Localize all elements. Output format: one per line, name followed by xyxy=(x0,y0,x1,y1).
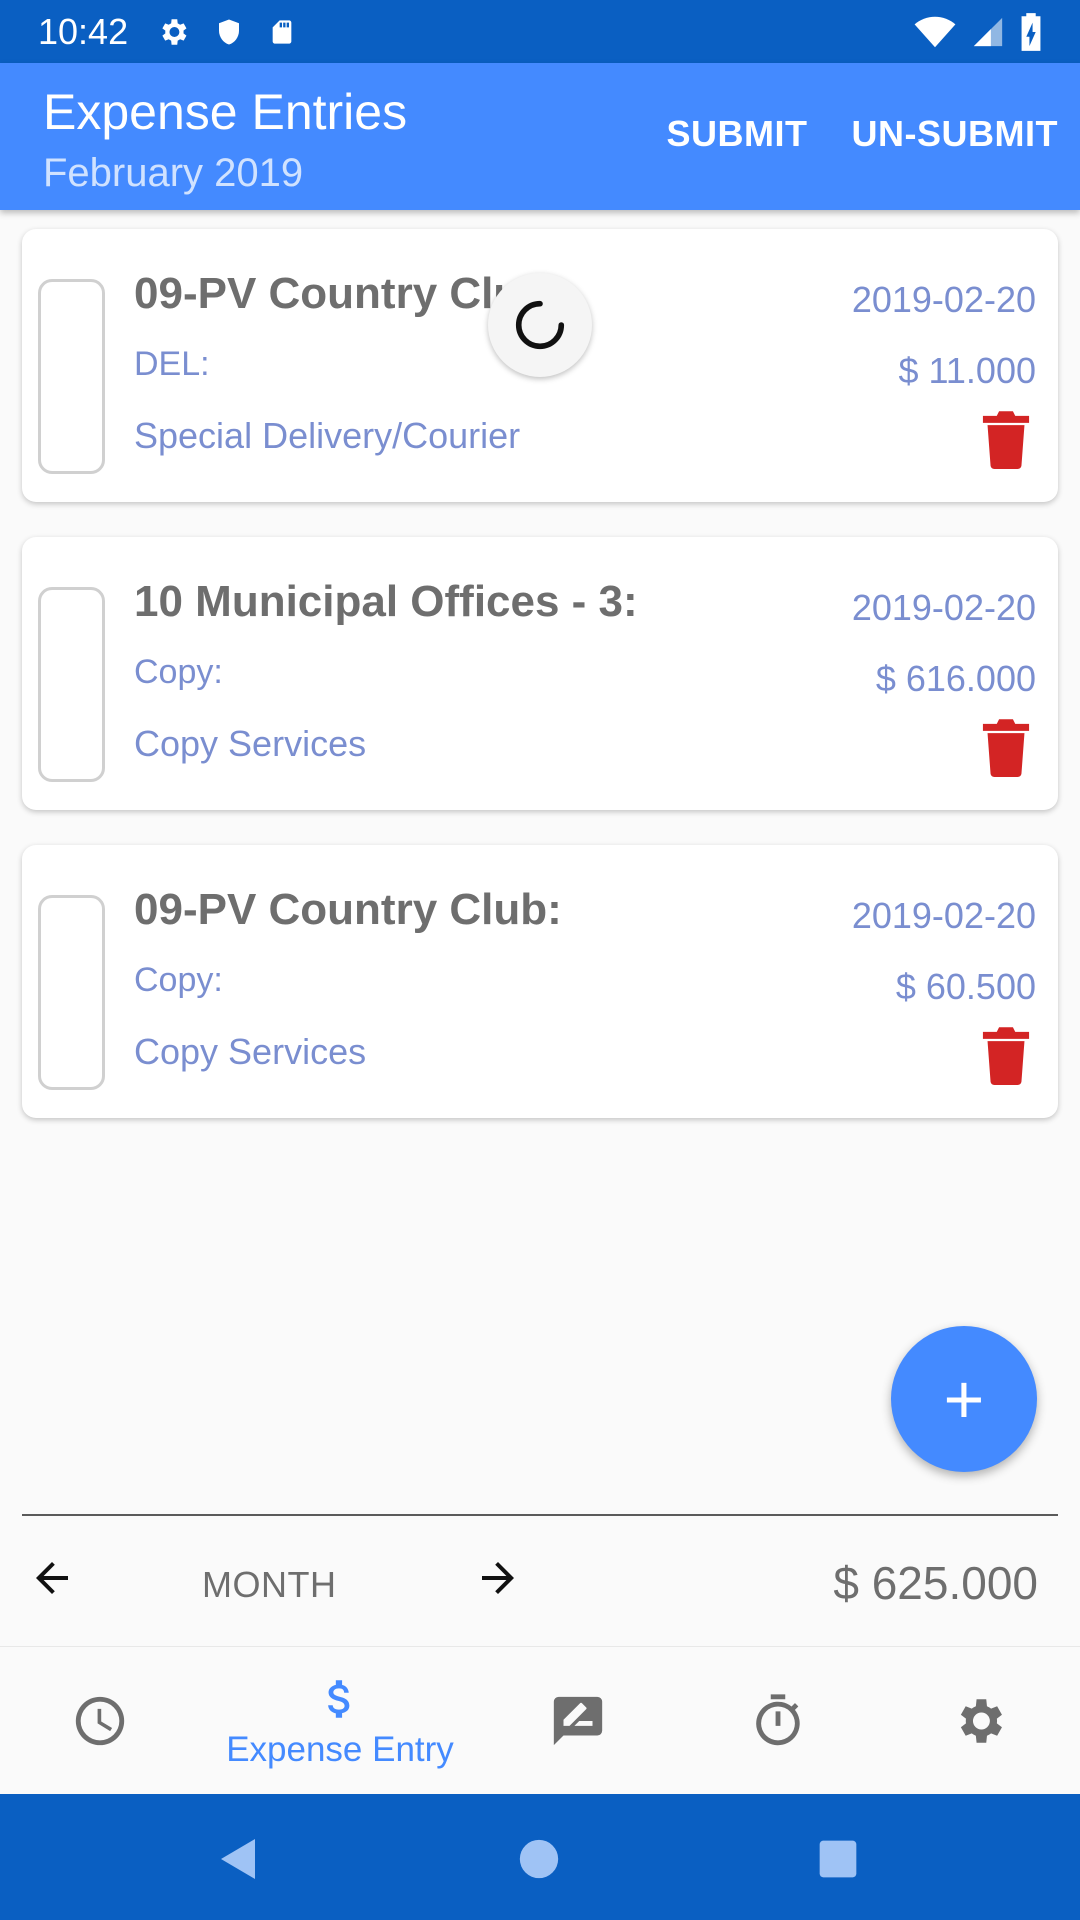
submit-button[interactable]: SUBMIT xyxy=(667,113,808,155)
entry-amount: $ 11.000 xyxy=(898,350,1036,391)
entry-description: Copy Services xyxy=(134,1031,367,1072)
entry-code: Copy: xyxy=(134,653,223,691)
entry-amount: $ 616.000 xyxy=(875,658,1036,699)
shield-icon xyxy=(219,19,240,44)
add-entry-button[interactable]: + xyxy=(891,1326,1037,1472)
nav-item-time[interactable] xyxy=(50,1647,150,1795)
nav-label-expense-entry: Expense Entry xyxy=(226,1730,454,1769)
entry-checkbox[interactable] xyxy=(38,279,105,474)
spinner-icon xyxy=(515,300,565,350)
entry-code: Copy: xyxy=(134,961,223,999)
back-icon[interactable] xyxy=(215,1834,263,1884)
expense-card[interactable]: 09-PV Country Club: Copy: Copy Services … xyxy=(22,845,1058,1118)
system-navigation-bar xyxy=(0,1794,1080,1920)
unsubmit-button[interactable]: UN-SUBMIT xyxy=(852,113,1058,155)
entry-code: DEL: xyxy=(134,345,210,383)
cell-signal-icon xyxy=(973,17,1003,46)
wifi-icon xyxy=(914,16,956,47)
trash-icon[interactable] xyxy=(982,409,1030,469)
trash-icon[interactable] xyxy=(982,717,1030,777)
home-icon[interactable] xyxy=(516,1834,562,1884)
arrow-left-icon[interactable] xyxy=(28,1554,76,1602)
entry-description: Copy Services xyxy=(134,723,367,764)
page-subtitle: February 2019 xyxy=(43,151,304,195)
entry-description: Special Delivery/Courier xyxy=(134,415,521,456)
nav-item-expense-entry[interactable]: Expense Entry xyxy=(210,1647,470,1795)
entry-checkbox[interactable] xyxy=(38,895,105,1090)
loading-spinner xyxy=(488,273,592,377)
clock-icon xyxy=(75,1696,125,1746)
trash-icon[interactable] xyxy=(982,1025,1030,1085)
settings-notification-icon xyxy=(162,18,187,45)
battery-charging-icon xyxy=(1021,12,1041,51)
app-bar: Expense Entries February 2019 SUBMIT UN-… xyxy=(0,63,1080,210)
expense-card[interactable]: 10 Municipal Offices - 3: Copy: Copy Ser… xyxy=(22,537,1058,810)
gear-icon xyxy=(960,1699,1002,1743)
entry-date: 2019-02-20 xyxy=(851,895,1036,936)
status-time: 10:42 xyxy=(38,10,129,52)
recents-icon[interactable] xyxy=(816,1834,860,1884)
entry-checkbox[interactable] xyxy=(38,587,105,782)
feedback-icon xyxy=(553,1696,603,1746)
period-summary: MONTH $ 625.000 xyxy=(0,1516,1080,1646)
status-bar: 10:42 xyxy=(0,0,1080,63)
page-title: Expense Entries xyxy=(43,84,408,140)
entry-amount: $ 60.500 xyxy=(895,966,1036,1007)
timer-icon xyxy=(756,1694,800,1746)
arrow-right-icon[interactable] xyxy=(474,1554,522,1602)
total-amount: $ 625.000 xyxy=(833,1557,1038,1609)
bottom-navigation: Expense Entry xyxy=(0,1646,1080,1794)
sd-card-icon xyxy=(272,19,292,44)
entry-date: 2019-02-20 xyxy=(851,587,1036,628)
entry-title: 09-PV Country Club: xyxy=(134,885,562,934)
period-label[interactable]: MONTH xyxy=(202,1564,336,1606)
entry-date: 2019-02-20 xyxy=(851,279,1036,320)
nav-item-settings[interactable] xyxy=(929,1647,1029,1795)
nav-item-notes[interactable] xyxy=(528,1647,628,1795)
nav-item-timer[interactable] xyxy=(728,1647,828,1795)
entry-title: 10 Municipal Offices - 3: xyxy=(134,577,638,626)
dollar-icon xyxy=(328,1680,350,1718)
plus-icon: + xyxy=(943,1360,985,1438)
